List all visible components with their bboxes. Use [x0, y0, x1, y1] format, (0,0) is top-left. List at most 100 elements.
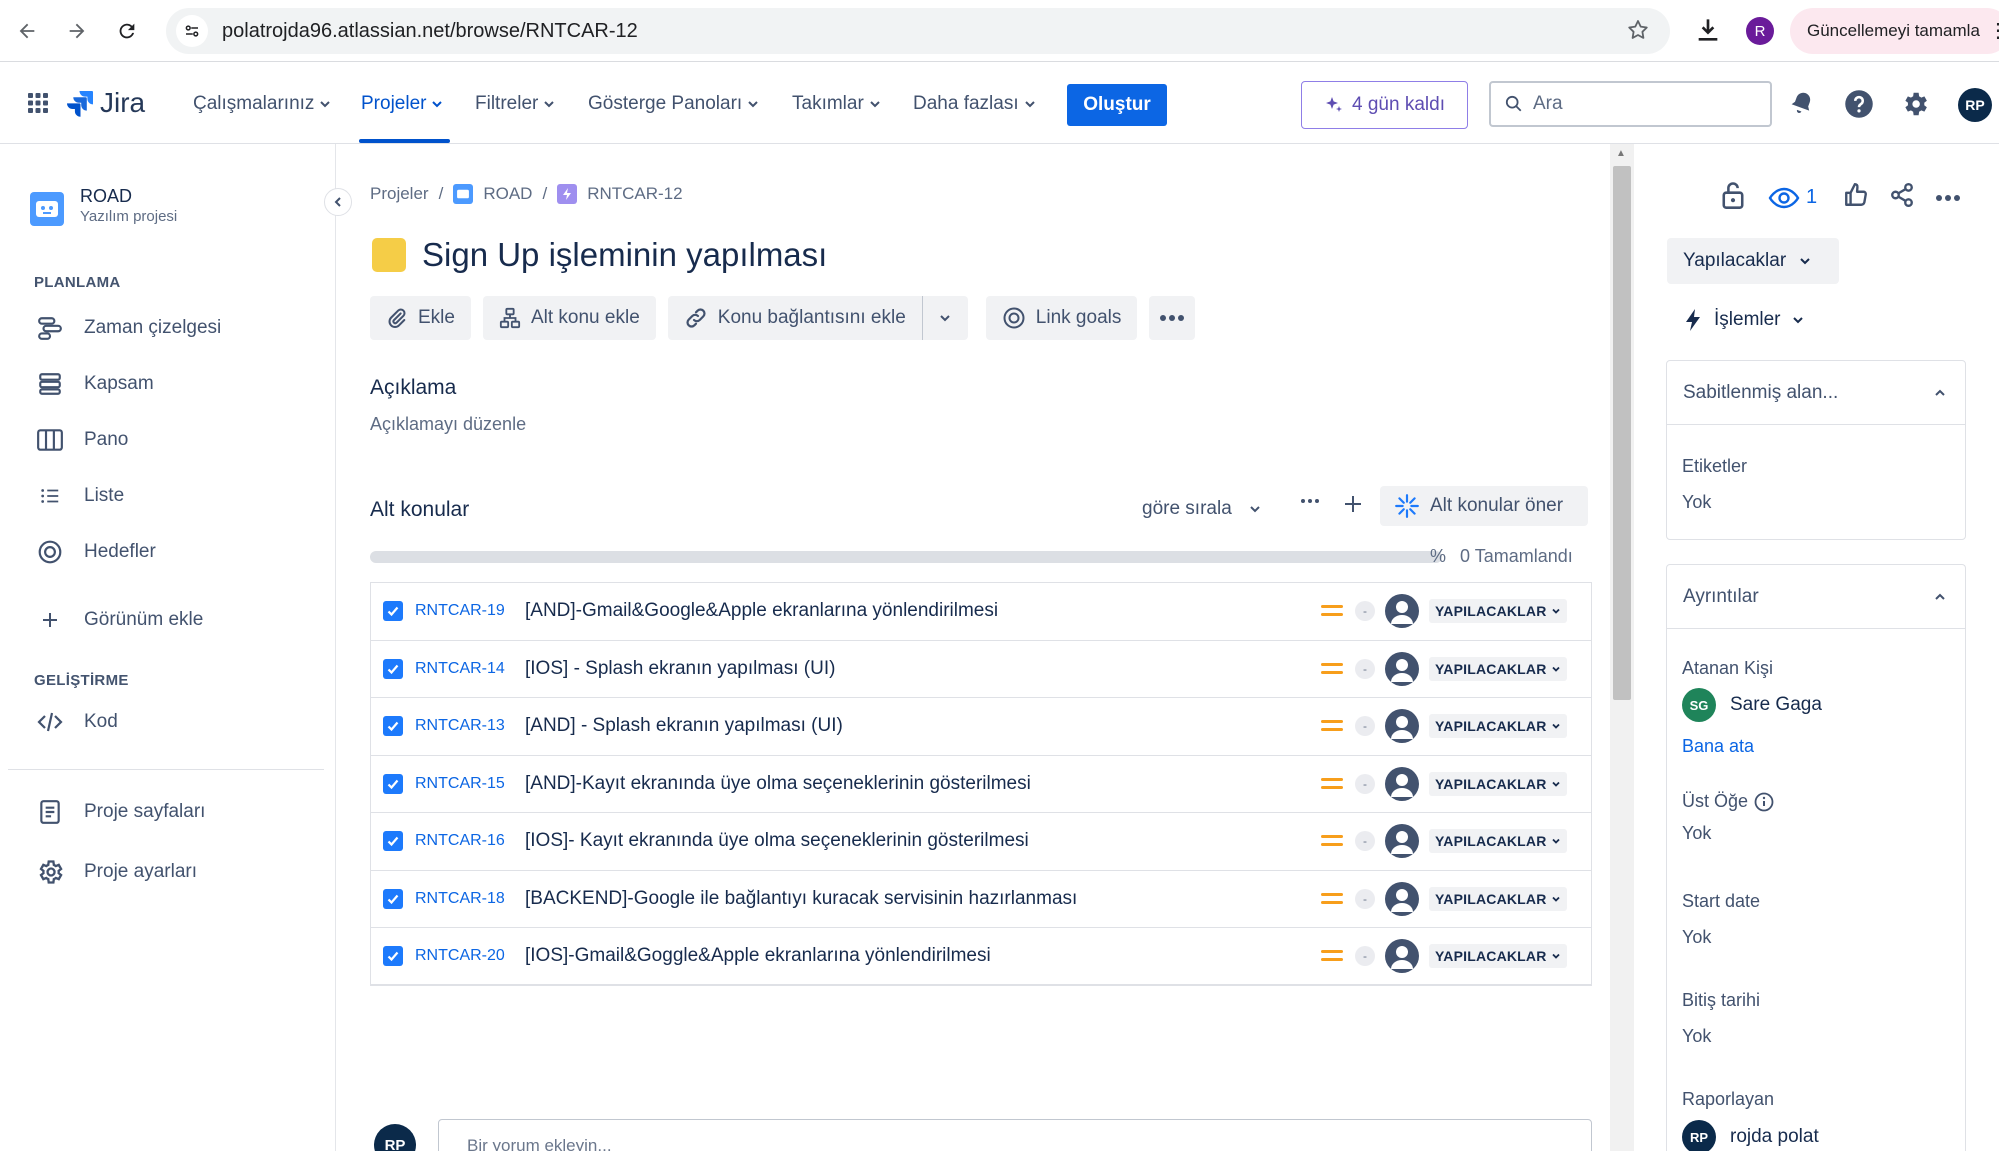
app-switcher-icon[interactable] [26, 91, 50, 120]
table-row[interactable]: RNTCAR-14 [IOS] - Splash ekranın yapılmas… [371, 641, 1591, 698]
nav-teams[interactable]: Takımlar [792, 93, 882, 115]
reporter-value[interactable]: RP rojda polat [1682, 1120, 1819, 1151]
sort-dropdown[interactable]: göre sırala [1142, 498, 1262, 520]
sidebar-item-list[interactable]: Liste [34, 480, 124, 512]
sidebar-item-board[interactable]: Pano [34, 424, 128, 456]
status-lozenge[interactable]: YAPILACAKLAR [1429, 599, 1567, 624]
description-editor[interactable]: Açıklamayı düzenle [370, 414, 526, 435]
labels-field-value[interactable]: Yok [1682, 492, 1711, 513]
sidebar-item-timeline[interactable]: Zaman çizelgesi [34, 312, 221, 344]
due-date-field-value[interactable]: Yok [1682, 1026, 1711, 1047]
sidebar-item-project-settings[interactable]: Proje ayarları [34, 856, 197, 888]
sidebar-item-backlog[interactable]: Kapsam [34, 368, 154, 400]
status-lozenge[interactable]: YAPILACAKLAR [1429, 829, 1567, 854]
status-lozenge[interactable]: YAPILACAKLAR [1429, 656, 1567, 681]
issue-key-link[interactable]: RNTCAR-16 [415, 832, 505, 850]
trial-button[interactable]: 4 gün kaldı [1301, 81, 1468, 129]
back-icon[interactable] [10, 14, 44, 48]
unassigned-avatar-icon[interactable] [1385, 824, 1419, 859]
details-header[interactable]: Ayrıntılar [1667, 565, 1965, 629]
browser-profile-avatar[interactable]: R [1746, 17, 1774, 45]
watch-button[interactable]: 1 [1768, 186, 1817, 210]
attach-button[interactable]: Ekle [370, 296, 471, 340]
table-row[interactable]: RNTCAR-18 [BACKEND]-Google ile bağlantıyı… [371, 871, 1591, 928]
create-button[interactable]: Oluştur [1067, 84, 1167, 126]
project-header[interactable]: ROAD Yazılım projesi [30, 186, 177, 226]
table-row[interactable]: RNTCAR-13 [AND] - Splash ekranın yapılmas… [371, 698, 1591, 756]
issue-summary[interactable]: [AND]-Gmail&Google&Apple ekranlarına yön… [525, 600, 998, 622]
download-icon[interactable] [1692, 14, 1724, 51]
more-actions-button[interactable] [1149, 296, 1196, 340]
unassigned-avatar-icon[interactable] [1385, 881, 1419, 916]
unassigned-avatar-icon[interactable] [1385, 651, 1419, 686]
address-bar[interactable]: polatrojda96.atlassian.net/browse/RNTCAR… [166, 8, 1670, 54]
add-view-button[interactable]: Görünüm ekle [34, 604, 203, 636]
more-icon[interactable] [1935, 189, 1961, 207]
status-lozenge[interactable]: YAPILACAKLAR [1429, 886, 1567, 911]
user-avatar[interactable]: RP [1958, 88, 1992, 122]
info-icon[interactable] [1754, 792, 1774, 812]
issue-summary[interactable]: [IOS] - Splash ekranın yapılması (UI) [525, 658, 835, 680]
issue-key-link[interactable]: RNTCAR-14 [415, 660, 505, 678]
table-row[interactable]: RNTCAR-15 [AND]-Kayıt ekranında üye olma … [371, 756, 1591, 813]
main-scrollbar[interactable]: ▲ [1610, 144, 1634, 1151]
breadcrumb-issue[interactable]: RNTCAR-12 [587, 184, 682, 204]
notifications-icon[interactable] [1788, 89, 1816, 122]
lock-icon[interactable] [1720, 180, 1746, 215]
issue-key-link[interactable]: RNTCAR-20 [415, 947, 505, 965]
issue-key-link[interactable]: RNTCAR-15 [415, 775, 505, 793]
breadcrumb-project[interactable]: ROAD [483, 184, 532, 204]
browser-menu-icon[interactable]: ⋮ [1988, 18, 1999, 43]
issue-summary[interactable]: [AND] - Splash ekranın yapılması (UI) [525, 715, 843, 737]
unassigned-avatar-icon[interactable] [1385, 709, 1419, 744]
table-row[interactable]: RNTCAR-17[BACKEND]-Gmail ile bağlantıyı … [371, 986, 1591, 987]
issue-key-link[interactable]: RNTCAR-19 [415, 602, 505, 620]
nav-projects[interactable]: Projeler [361, 93, 444, 115]
issue-summary[interactable]: [IOS]-Gmail&Goggle&Apple ekranlarına yön… [525, 945, 991, 967]
add-child-button[interactable]: Alt konu ekle [482, 296, 656, 340]
start-date-field-value[interactable]: Yok [1682, 927, 1711, 948]
issue-key-link[interactable]: RNTCAR-18 [415, 890, 505, 908]
nav-dashboards[interactable]: Gösterge Panoları [588, 93, 760, 115]
assignee-value[interactable]: SG Sare Gaga [1682, 688, 1822, 722]
nav-more[interactable]: Daha fazlası [913, 93, 1037, 115]
bookmark-star-icon[interactable] [1626, 18, 1650, 47]
status-dropdown[interactable]: Yapılacaklar [1667, 238, 1839, 284]
scroll-thumb[interactable] [1613, 166, 1631, 700]
forward-icon[interactable] [60, 14, 94, 48]
sidebar-item-code[interactable]: Kod [34, 706, 118, 738]
table-row[interactable]: RNTCAR-19 [AND]-Gmail&Google&Apple ekranl… [371, 583, 1591, 641]
pinned-fields-header[interactable]: Sabitlenmiş alan... [1667, 361, 1965, 425]
help-icon[interactable] [1844, 89, 1874, 124]
child-issues-more-icon[interactable] [1299, 490, 1321, 517]
issue-summary[interactable]: [AND]-Kayıt ekranında üye olma seçenekle… [525, 773, 1031, 795]
site-info-icon[interactable] [176, 15, 208, 47]
sidebar-item-goals[interactable]: Hedefler [34, 536, 156, 568]
comment-input[interactable]: Bir yorum ekleyin... [438, 1119, 1592, 1151]
status-lozenge[interactable]: YAPILACAKLAR [1429, 714, 1567, 739]
breadcrumb-projects[interactable]: Projeler [370, 184, 429, 204]
issue-summary[interactable]: [BACKEND]-Google ile bağlantıyı kuracak … [525, 888, 1077, 910]
update-button[interactable]: Güncellemeyi tamamla [1790, 8, 1999, 54]
unassigned-avatar-icon[interactable] [1385, 939, 1419, 974]
scroll-up-icon[interactable]: ▲ [1616, 148, 1626, 159]
issue-summary[interactable]: [IOS]- Kayıt ekranında üye olma seçenekl… [525, 830, 1029, 852]
settings-icon[interactable] [1900, 89, 1930, 124]
thumbs-up-icon[interactable] [1843, 182, 1869, 213]
table-row[interactable]: RNTCAR-20 [IOS]-Gmail&Goggle&Apple ekranl… [371, 928, 1591, 984]
reload-icon[interactable] [110, 14, 144, 48]
suggest-child-issues-button[interactable]: Alt konular öner [1380, 486, 1588, 526]
link-goals-button[interactable]: Link goals [985, 296, 1138, 340]
unassigned-avatar-icon[interactable] [1385, 766, 1419, 801]
nav-filters[interactable]: Filtreler [475, 93, 556, 115]
link-issue-dropdown[interactable] [921, 296, 968, 340]
parent-field-value[interactable]: Yok [1682, 823, 1711, 844]
jira-logo[interactable]: Jira [66, 87, 145, 119]
status-lozenge[interactable]: YAPILACAKLAR [1429, 771, 1567, 796]
issue-key-link[interactable]: RNTCAR-13 [415, 717, 505, 735]
assign-to-me-link[interactable]: Bana ata [1682, 736, 1754, 757]
sidebar-item-project-pages[interactable]: Proje sayfaları [34, 796, 205, 828]
link-issue-button[interactable]: Konu bağlantısını ekle [668, 296, 922, 340]
nav-your-work[interactable]: Çalışmalarınız [193, 93, 332, 115]
operations-dropdown[interactable]: İşlemler [1682, 308, 1805, 332]
